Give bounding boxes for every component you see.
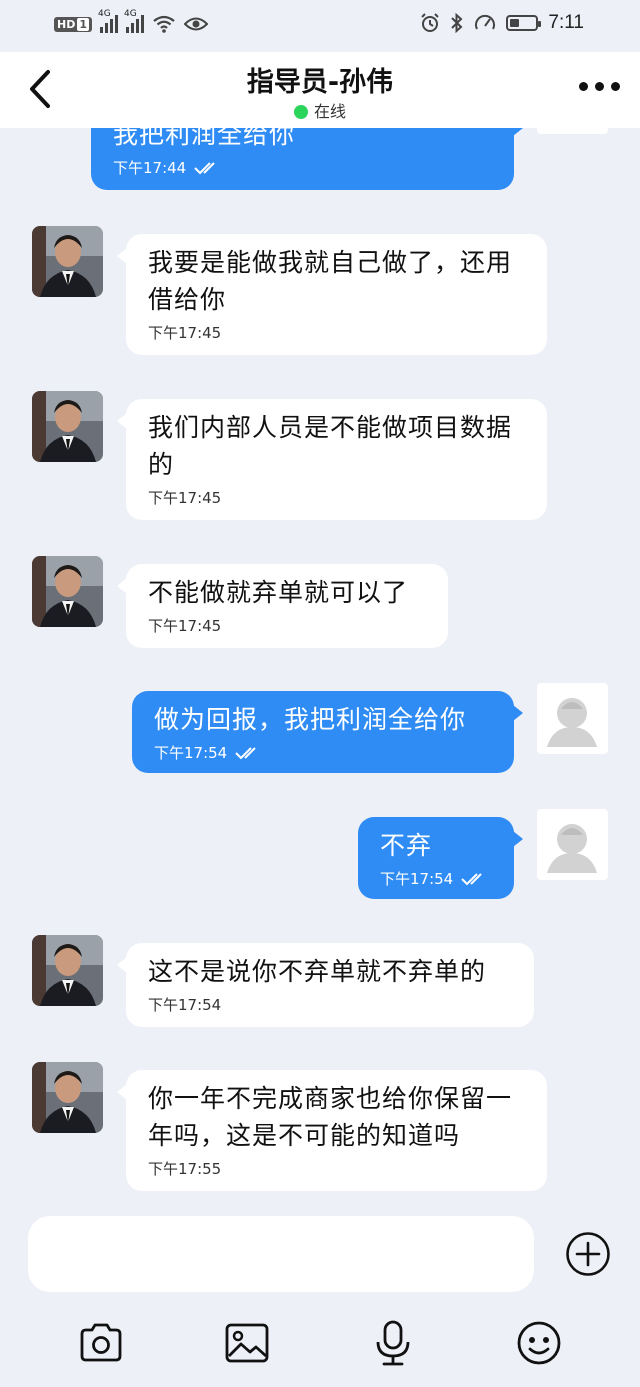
- message-time: 下午17:54: [148, 996, 222, 1014]
- bluetooth-icon: [451, 13, 463, 33]
- message-bubble[interactable]: 我们内部人员是不能做项目数据的 下午17:45: [117, 399, 547, 520]
- sim-label: 1: [77, 17, 89, 31]
- message-bubble[interactable]: 你一年不完成商家也给你保留一年吗，这是不可能的知道吗 下午17:55: [117, 1070, 547, 1191]
- message-text: 做为回报，我把利润全给你: [154, 705, 467, 734]
- message-time: 下午17:54: [154, 744, 228, 762]
- signal-icon-2: 4G: [124, 9, 144, 33]
- network-type-label-2: 4G: [124, 9, 137, 19]
- message-meta: 下午17:55: [148, 1158, 525, 1179]
- hd-indicator: HD 1: [54, 16, 92, 32]
- contact-avatar-photo: [32, 391, 103, 462]
- message-time: 下午17:45: [148, 489, 222, 507]
- message-bubble[interactable]: 做为回报，我把利润全给你 下午17:54: [132, 691, 523, 773]
- message-text: 不弃: [380, 831, 433, 860]
- network-type-label: 4G: [98, 9, 111, 19]
- contact-name: 指导员-孙伟: [246, 67, 394, 98]
- message-bubble[interactable]: 不弃 下午17:54: [358, 817, 523, 899]
- alarm-icon: [421, 13, 440, 32]
- contact-avatar-photo: [32, 1062, 103, 1133]
- message-time: 下午17:45: [148, 324, 222, 342]
- message-text: 这不是说你不弃单就不弃单的: [148, 957, 487, 986]
- message-meta: 下午17:54: [154, 742, 492, 763]
- camera-icon[interactable]: [78, 1320, 124, 1366]
- contact-avatar-photo: [32, 935, 103, 1006]
- signal-icon: 4G: [98, 9, 118, 33]
- online-status-label: 在线: [313, 102, 346, 121]
- image-icon[interactable]: [224, 1320, 270, 1366]
- message-meta: 下午17:45: [148, 487, 525, 508]
- avatar[interactable]: [32, 391, 103, 462]
- message-time: 下午17:54: [380, 870, 454, 888]
- avatar[interactable]: [32, 1062, 103, 1133]
- message-bubble[interactable]: 这不是说你不弃单就不弃单的 下午17:54: [117, 943, 534, 1027]
- online-status: 在线: [0, 98, 640, 122]
- message-list[interactable]: 我把利润全给你 下午17:44 我要是能做我就自己做了，还用借给你 下午17:4…: [0, 128, 640, 1210]
- message-text: 不能做就弃单就可以了: [148, 578, 409, 607]
- message-meta: 下午17:45: [148, 322, 525, 343]
- chat-header: 指导员-孙伟 在线: [0, 52, 640, 128]
- wifi-icon: [153, 15, 175, 33]
- default-avatar-icon: [547, 698, 597, 747]
- message-bubble[interactable]: 我把利润全给你 下午17:44: [91, 128, 523, 190]
- input-toolbar: [0, 1300, 640, 1387]
- message-text: 我要是能做我就自己做了，还用借给你: [148, 248, 513, 314]
- status-bar: HD 1 4G 4G 7:11: [0, 0, 640, 52]
- clock: 7:11: [548, 12, 584, 33]
- message-text: 我把利润全给你: [113, 128, 296, 149]
- message-time: 下午17:45: [148, 617, 222, 635]
- default-avatar-icon: [547, 824, 597, 873]
- more-dots-icon[interactable]: [579, 82, 620, 91]
- microphone-icon[interactable]: [370, 1320, 416, 1366]
- message-meta: 下午17:45: [148, 615, 426, 636]
- message-text: 我们内部人员是不能做项目数据的: [148, 413, 513, 479]
- message-time: 下午17:44: [113, 159, 187, 177]
- message-text: 你一年不完成商家也给你保留一年吗，这是不可能的知道吗: [148, 1084, 513, 1150]
- contact-avatar-photo: [32, 556, 103, 627]
- message-meta: 下午17:54: [148, 994, 512, 1015]
- eye-icon: [184, 17, 208, 31]
- avatar[interactable]: [537, 128, 608, 134]
- avatar[interactable]: [32, 935, 103, 1006]
- battery-icon: [506, 15, 542, 31]
- read-check-icon: [235, 746, 256, 759]
- message-bubble[interactable]: 我要是能做我就自己做了，还用借给你 下午17:45: [117, 234, 547, 355]
- hd-label: HD: [57, 17, 76, 31]
- read-check-icon: [461, 872, 482, 885]
- speed-icon: [475, 14, 496, 30]
- avatar[interactable]: [32, 556, 103, 627]
- plus-circle-icon[interactable]: [565, 1231, 611, 1277]
- online-dot-icon: [293, 105, 308, 119]
- avatar[interactable]: [32, 226, 103, 297]
- contact-avatar-photo: [32, 226, 103, 297]
- message-input[interactable]: [28, 1216, 534, 1292]
- message-meta: 下午17:44: [113, 157, 492, 178]
- message-time: 下午17:55: [148, 1160, 222, 1178]
- avatar[interactable]: [537, 809, 608, 880]
- message-meta: 下午17:54: [380, 868, 492, 889]
- read-check-icon: [194, 161, 215, 174]
- message-bubble[interactable]: 不能做就弃单就可以了 下午17:45: [117, 564, 448, 648]
- emoji-icon[interactable]: [516, 1320, 562, 1366]
- avatar[interactable]: [537, 683, 608, 754]
